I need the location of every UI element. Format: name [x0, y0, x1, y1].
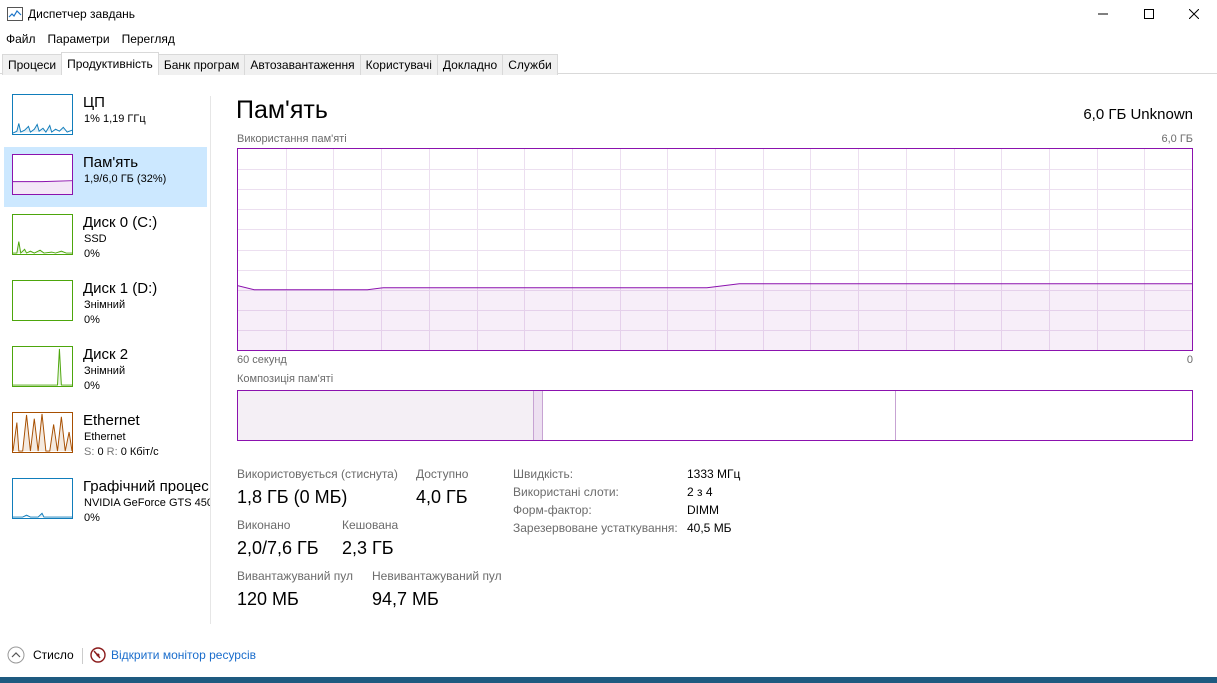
- sidebar-item-sub2: 0%: [84, 512, 100, 524]
- nonpaged-pool-value: 94,7 МБ: [372, 589, 439, 609]
- footer: Стисло Відкрити монітор ресурсів: [0, 640, 1217, 670]
- fewer-details-button[interactable]: Стисло: [33, 648, 74, 662]
- maximize-icon: [1144, 9, 1154, 19]
- sidebar-item-sub: 1,9/6,0 ГБ (32%): [84, 173, 167, 185]
- sidebar-item-disk0[interactable]: Диск 0 (C:) SSD 0%: [4, 207, 207, 267]
- available-value: 4,0 ГБ: [416, 487, 468, 507]
- sidebar-item-sub: SSD: [84, 233, 107, 245]
- sidebar-item-sub2: S: 0 R: 0 Кбіт/с: [84, 446, 159, 458]
- sidebar-item-memory[interactable]: Пам'ять 1,9/6,0 ГБ (32%): [4, 147, 207, 207]
- task-manager-icon: [7, 7, 23, 21]
- sidebar-item-sub: NVIDIA GeForce GTS 450: [84, 497, 210, 509]
- menu-view[interactable]: Перегляд: [116, 30, 181, 48]
- menu-bar: Файл Параметри Перегляд: [0, 30, 181, 48]
- in-use-label: Використовується (стиснута): [237, 467, 398, 481]
- composition-label: Композиція пам'яті: [237, 373, 334, 385]
- memory-composition-bar: [237, 390, 1193, 441]
- speed-value: 1333 МГц: [687, 467, 741, 481]
- minimize-icon: [1098, 13, 1108, 15]
- tab-users[interactable]: Користувачі: [359, 54, 438, 75]
- usage-area: [238, 283, 1192, 350]
- slots-value: 2 з 4: [687, 485, 713, 499]
- sidebar-item-ethernet[interactable]: Ethernet Ethernet S: 0 R: 0 Кбіт/с: [4, 405, 207, 465]
- menu-options[interactable]: Параметри: [42, 30, 116, 48]
- tab-app-history[interactable]: Банк програм: [157, 54, 246, 75]
- cached-value: 2,3 ГБ: [342, 538, 394, 558]
- open-resource-monitor-link[interactable]: Відкрити монітор ресурсів: [111, 648, 256, 662]
- sidebar-item-gpu[interactable]: Графічний процес NVIDIA GeForce GTS 450 …: [4, 471, 210, 531]
- tab-services[interactable]: Служби: [502, 54, 558, 75]
- sidebar-item-title: Диск 2: [83, 346, 129, 363]
- slots-key: Використані слоти:: [513, 485, 619, 499]
- memory-thumbnail-graph: [12, 154, 73, 195]
- composition-in-use: [238, 391, 534, 440]
- reserved-value: 40,5 МБ: [687, 521, 732, 535]
- sidebar-item-sub: Знімний: [84, 299, 126, 311]
- sidebar-item-sub: Ethernet: [84, 431, 126, 443]
- gpu-thumbnail-graph: [12, 478, 73, 519]
- sidebar-item-sub2: 0%: [84, 248, 100, 260]
- sidebar-item-title: Пам'ять: [83, 154, 139, 171]
- window-title: Диспетчер завдань: [28, 7, 136, 21]
- available-label: Доступно: [416, 467, 469, 481]
- chevron-up-icon[interactable]: [7, 646, 25, 664]
- footer-separator: [82, 648, 83, 664]
- minimize-button[interactable]: [1080, 0, 1126, 28]
- tab-details[interactable]: Докладно: [436, 54, 504, 75]
- paged-pool-value: 120 МБ: [237, 589, 299, 609]
- sidebar-item-title: Диск 1 (D:): [83, 280, 158, 297]
- taskbar-strip: [0, 677, 1217, 683]
- sidebar-item-disk2[interactable]: Диск 2 Знімний 0%: [4, 339, 207, 399]
- tab-performance[interactable]: Продуктивність: [61, 52, 159, 75]
- in-use-value: 1,8 ГБ (0 МБ): [237, 487, 348, 507]
- composition-modified: [533, 391, 544, 440]
- form-factor-value: DIMM: [687, 503, 719, 517]
- receive-value: 0 Кбіт/с: [120, 446, 159, 458]
- tab-startup[interactable]: Автозавантаження: [244, 54, 361, 75]
- disk1-thumbnail-graph: [12, 280, 73, 321]
- disk0-thumbnail-graph: [12, 214, 73, 255]
- menu-file[interactable]: Файл: [0, 30, 42, 48]
- title-bar: Диспетчер завдань: [0, 0, 1217, 28]
- reserved-key: Зарезервоване устаткування:: [513, 521, 678, 535]
- memory-usage-graph: [237, 148, 1193, 351]
- cached-label: Кешована: [342, 518, 399, 532]
- sidebar-item-title: ЦП: [83, 94, 105, 111]
- sidebar-item-sub2: 0%: [84, 314, 100, 326]
- cpu-thumbnail-graph: [12, 94, 73, 135]
- sidebar-item-title: Графічний процес: [83, 478, 209, 495]
- form-factor-key: Форм-фактор:: [513, 503, 592, 517]
- close-button[interactable]: [1171, 0, 1217, 28]
- receive-label: R:: [106, 446, 118, 458]
- sidebar-divider: [210, 96, 211, 624]
- disk2-thumbnail-graph: [12, 346, 73, 387]
- sidebar-item-disk1[interactable]: Диск 1 (D:) Знімний 0%: [4, 273, 207, 333]
- sidebar-item-cpu[interactable]: ЦП 1% 1,19 ГГц: [4, 87, 207, 147]
- memory-spec: 6,0 ГБ Unknown: [1083, 106, 1193, 123]
- send-label: S:: [84, 446, 95, 458]
- sidebar-item-title: Диск 0 (C:): [83, 214, 158, 231]
- nonpaged-pool-label: Невивантажуваний пул: [372, 569, 502, 583]
- sidebar-item-sub2: 0%: [84, 380, 100, 392]
- maximize-button[interactable]: [1126, 0, 1172, 28]
- time-axis-right: 0: [1186, 354, 1193, 366]
- usage-graph-max: 6,0 ГБ: [1161, 133, 1193, 145]
- usage-graph-label: Використання пам'яті: [237, 133, 347, 145]
- sidebar-item-sub: 1% 1,19 ГГц: [84, 113, 146, 125]
- send-value: 0: [97, 446, 104, 458]
- composition-standby: [543, 391, 897, 440]
- tab-strip: Процеси Продуктивність Банк програм Авто…: [2, 52, 558, 75]
- speed-key: Швидкість:: [513, 467, 574, 481]
- ethernet-thumbnail-graph: [12, 412, 73, 453]
- committed-value: 2,0/7,6 ГБ: [237, 538, 319, 558]
- paged-pool-label: Вивантажуваний пул: [237, 569, 353, 583]
- sidebar-item-title: Ethernet: [83, 412, 140, 429]
- close-icon: [1189, 9, 1199, 19]
- time-axis-left: 60 секунд: [237, 354, 287, 366]
- committed-label: Виконано: [237, 518, 291, 532]
- resource-monitor-icon: [90, 647, 106, 663]
- tab-processes[interactable]: Процеси: [2, 54, 63, 75]
- sidebar-item-sub: Знімний: [84, 365, 126, 377]
- page-title: Пам'ять: [236, 96, 328, 124]
